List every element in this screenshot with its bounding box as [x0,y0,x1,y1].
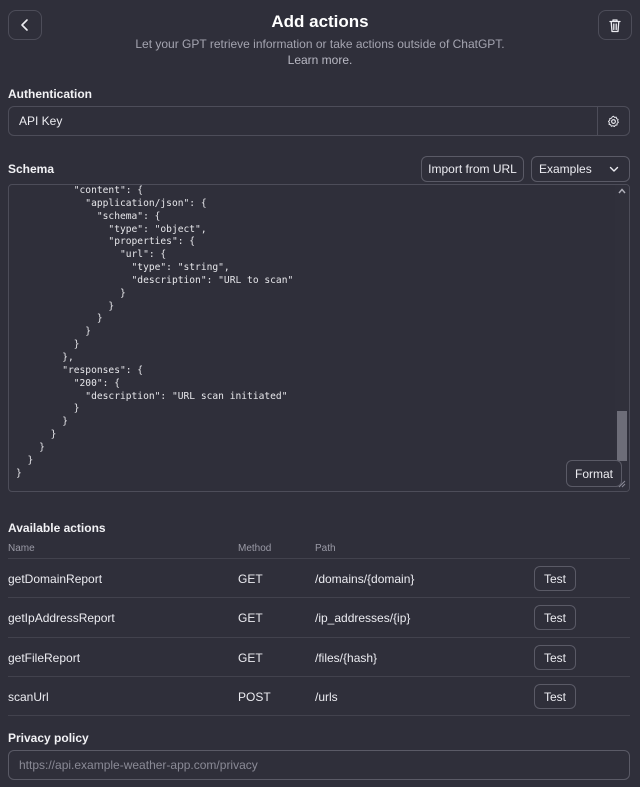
delete-button[interactable] [598,10,632,40]
privacy-policy-input[interactable]: https://api.example-weather-app.com/priv… [8,750,630,780]
gear-icon [607,115,619,127]
action-row-getipaddressreport: getIpAddressReport GET /ip_addresses/{ip… [8,597,630,636]
action-method: GET [238,611,263,625]
action-method: POST [238,690,271,704]
import-from-url-button[interactable]: Import from URL [421,156,524,182]
available-actions-label: Available actions [8,521,106,535]
examples-select[interactable]: Examples [531,156,630,182]
scroll-up-arrow-icon[interactable] [618,187,626,195]
authentication-field[interactable]: API Key [8,106,630,136]
test-button[interactable]: Test [534,566,576,591]
action-name: getFileReport [8,651,81,665]
examples-select-value: Examples [539,162,592,176]
privacy-policy-label: Privacy policy [8,731,89,745]
page-subtitle: Let your GPT retrieve information or tak… [0,36,640,68]
table-divider [8,715,630,716]
test-button[interactable]: Test [534,605,576,630]
test-button[interactable]: Test [534,645,576,670]
action-row-getfilereport: getFileReport GET /files/{hash} Test [8,637,630,676]
action-path: /domains/{domain} [315,572,415,586]
actions-table-header: Name Method Path [8,543,630,559]
schema-code[interactable]: "content": { "application/json": { "sche… [16,185,293,480]
learn-more-link[interactable]: Learn more. [0,52,640,68]
action-row-getdomainreport: getDomainReport GET /domains/{domain} Te… [8,558,630,597]
action-path: /files/{hash} [315,651,378,665]
authentication-value: API Key [19,114,63,128]
column-path-header: Path [315,543,336,554]
schema-editor[interactable]: "content": { "application/json": { "sche… [8,184,630,492]
chevron-down-icon [609,166,619,172]
authentication-label: Authentication [8,87,92,101]
schema-scrollbar[interactable] [615,185,629,491]
trash-icon [609,18,621,32]
action-name: getDomainReport [8,572,103,586]
authentication-settings-button[interactable] [597,107,629,135]
format-button[interactable]: Format [566,460,622,487]
page-title: Add actions [271,12,369,31]
action-name: getIpAddressReport [8,611,115,625]
action-row-scanurl: scanUrl POST /urls Test [8,676,630,715]
action-path: /ip_addresses/{ip} [315,611,411,625]
schema-label: Schema [8,162,55,176]
column-name-header: Name [8,543,35,554]
action-name: scanUrl [8,690,49,704]
subtitle-text: Let your GPT retrieve information or tak… [135,37,505,51]
action-path: /urls [315,690,338,704]
action-method: GET [238,651,263,665]
scrollbar-thumb[interactable] [617,411,627,461]
column-method-header: Method [238,543,272,554]
test-button[interactable]: Test [534,684,576,709]
action-method: GET [238,572,263,586]
